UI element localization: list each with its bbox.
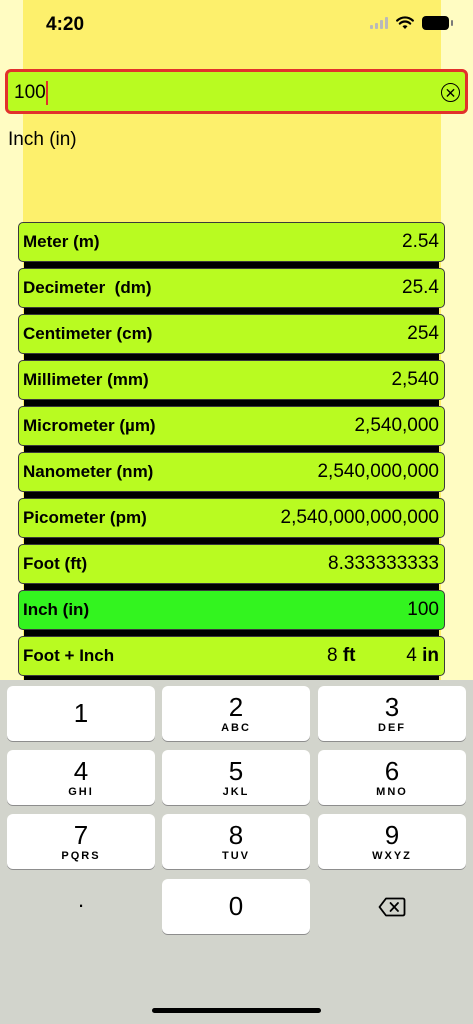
numeric-keypad: 1 2 ABC 3 DEF 4 GHI 5 JKL 6 MNO 7 PQRS 8…: [0, 680, 473, 1024]
key-letters: JKL: [222, 786, 250, 798]
key-letters: DEF: [378, 722, 406, 734]
text-caret: [46, 81, 48, 105]
inch-unit: in: [422, 645, 439, 666]
row-value: 8.333333333: [328, 553, 439, 574]
wifi-icon: [396, 16, 414, 29]
key-digit: 4: [73, 756, 89, 786]
selected-unit-label: Inch (in): [8, 129, 77, 150]
key-digit: 3: [384, 692, 400, 722]
row-label: Centimeter (cm): [23, 324, 153, 343]
value-input[interactable]: [14, 79, 434, 107]
row-value: 254: [407, 323, 439, 344]
row-label: Decimeter (dm): [23, 278, 152, 297]
clear-input-icon[interactable]: ✕: [441, 83, 460, 102]
foot-value: 8: [327, 645, 338, 666]
key-letters: MNO: [376, 786, 408, 798]
key-digit: 0: [228, 891, 244, 921]
inch-part: 4 in: [406, 645, 439, 667]
key-decimal[interactable]: .: [7, 879, 155, 934]
key-digit: 6: [384, 756, 400, 786]
conversion-row-centimeter[interactable]: Centimeter (cm) 254: [18, 314, 445, 360]
row-label: Inch (in): [23, 600, 90, 619]
key-2[interactable]: 2 ABC: [162, 686, 310, 741]
key-6[interactable]: 6 MNO: [318, 750, 466, 805]
conversion-row-picometer[interactable]: Picometer (pm) 2,540,000,000,000: [18, 498, 445, 544]
conversion-row-meter[interactable]: Meter (m) 2.54: [18, 222, 445, 268]
row-label: Nanometer (nm): [23, 462, 154, 481]
delete-key[interactable]: [318, 879, 466, 934]
key-7[interactable]: 7 PQRS: [7, 814, 155, 869]
key-8[interactable]: 8 TUV: [162, 814, 310, 869]
key-digit: 8: [228, 820, 244, 850]
conversion-row-foot-inch[interactable]: Foot + Inch 8 ft 4 in: [18, 636, 445, 682]
row-value: 2,540: [391, 369, 439, 390]
key-digit: 5: [228, 756, 244, 786]
row-label: Picometer (pm): [23, 508, 147, 527]
key-5[interactable]: 5 JKL: [162, 750, 310, 805]
row-label: Millimeter (mm): [23, 370, 149, 389]
conversion-row-decimeter[interactable]: Decimeter (dm) 25.4: [18, 268, 445, 314]
conversion-list: Meter (m) 2.54 Decimeter (dm) 25.4 Centi…: [18, 222, 445, 682]
key-letters: GHI: [68, 786, 94, 798]
key-digit: 7: [73, 820, 89, 850]
inch-value: 4: [406, 645, 417, 666]
backspace-icon: [378, 897, 406, 916]
row-value: 25.4: [402, 277, 439, 298]
key-9[interactable]: 9 WXYZ: [318, 814, 466, 869]
value-input-container[interactable]: ✕: [5, 69, 468, 114]
status-time: 4:20: [46, 14, 85, 35]
foot-part: 8 ft: [327, 645, 356, 667]
row-label: Foot (ft): [23, 554, 88, 573]
row-label: Micrometer (µm): [23, 416, 156, 435]
row-value: 2,540,000,000,000: [280, 507, 440, 528]
conversion-row-millimeter[interactable]: Millimeter (mm) 2,540: [18, 360, 445, 406]
key-letters: TUV: [222, 850, 250, 862]
home-indicator[interactable]: [152, 1008, 321, 1013]
conversion-row-nanometer[interactable]: Nanometer (nm) 2,540,000,000: [18, 452, 445, 498]
row-value: 100: [407, 599, 439, 620]
key-digit: 2: [228, 692, 244, 722]
cellular-signal-icon: [370, 17, 388, 29]
key-0[interactable]: 0: [162, 879, 310, 934]
key-1[interactable]: 1: [7, 686, 155, 741]
conversion-row-inch[interactable]: Inch (in) 100: [18, 590, 445, 636]
key-3[interactable]: 3 DEF: [318, 686, 466, 741]
key-letters: PQRS: [61, 850, 101, 862]
key-letters: ABC: [221, 722, 251, 734]
row-value: 2,540,000,000: [317, 461, 439, 482]
row-value: 2,540,000: [354, 415, 439, 436]
key-digit: 1: [73, 698, 89, 728]
conversion-row-foot[interactable]: Foot (ft) 8.333333333: [18, 544, 445, 590]
battery-icon: [422, 16, 453, 30]
foot-unit: ft: [342, 645, 356, 666]
status-icons: [370, 16, 453, 30]
row-value: 2.54: [402, 231, 439, 252]
row-label: Foot + Inch: [23, 646, 115, 665]
key-digit: 9: [384, 820, 400, 850]
row-label: Meter (m): [23, 232, 100, 251]
conversion-row-micrometer[interactable]: Micrometer (µm) 2,540,000: [18, 406, 445, 452]
key-4[interactable]: 4 GHI: [7, 750, 155, 805]
key-letters: WXYZ: [372, 850, 412, 862]
